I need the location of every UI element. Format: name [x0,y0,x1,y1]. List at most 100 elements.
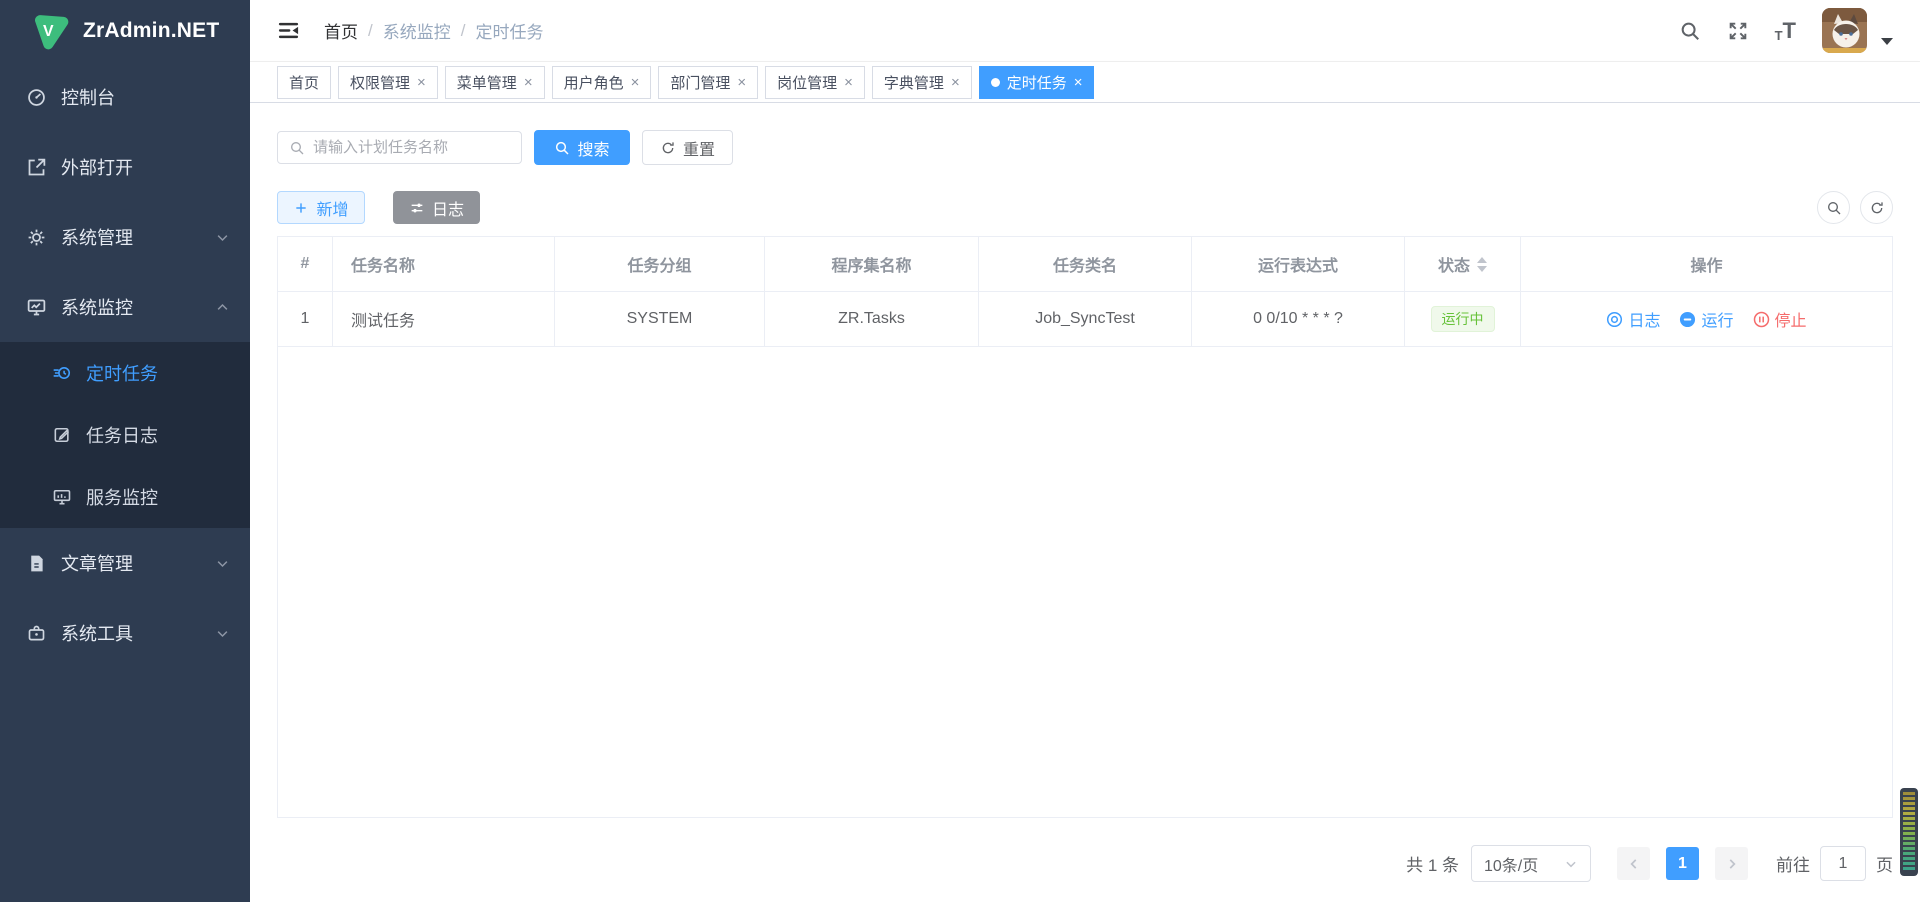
tab-user-role[interactable]: 用户角色× [552,66,652,99]
tab-permission-manage[interactable]: 权限管理 × [338,66,438,99]
tab-home[interactable]: 首页 [277,66,331,99]
row-action-log[interactable]: 日志 [1606,307,1660,331]
close-icon[interactable]: × [844,75,853,90]
search-form: 搜索 重置 [277,130,733,165]
sidebar-item-dashboard[interactable]: 控制台 [0,62,250,132]
refresh-icon [1869,200,1885,216]
search-icon [1826,200,1842,216]
next-page-button[interactable] [1715,847,1748,880]
topbar: 首页 / 系统监控 / 定时任务 TT [250,0,1920,62]
page-size-value: 10条/页 [1484,852,1538,876]
log-button[interactable]: 日志 [393,191,480,224]
sidebar-item-article-manage[interactable]: 文章管理 [0,528,250,598]
cell-cron: 0 0/10 * * * ? [1192,292,1405,346]
sort-carets[interactable] [1477,257,1487,272]
sidebar-item-system-manage[interactable]: 系统管理 [0,202,250,272]
table-tools [1817,191,1893,224]
row-action-stop[interactable]: 停止 [1753,307,1807,331]
close-icon[interactable]: × [1074,75,1083,90]
dashboard-icon [26,87,47,108]
show-search-button[interactable] [1817,191,1850,224]
pagination: 共 1 条 10条/页 1 前往 页 [1406,845,1893,882]
page-size-select[interactable]: 10条/页 [1471,845,1591,882]
plus-icon [293,200,309,216]
page-number-1[interactable]: 1 [1666,847,1699,880]
pager: 1 [1617,847,1748,880]
sidebar-item-label: 服务监控 [86,484,158,510]
reset-button[interactable]: 重置 [642,130,733,165]
sidebar-item-label: 文章管理 [61,550,215,576]
refresh-table-button[interactable] [1860,191,1893,224]
article-icon [26,553,47,574]
close-icon[interactable]: × [737,75,746,90]
run-icon [1679,311,1696,328]
font-size-icon[interactable]: TT [1775,20,1796,42]
column-header-status: 状态 [1405,237,1521,291]
cell-class-name: Job_SyncTest [979,292,1192,346]
sidebar-item-label: 外部打开 [61,154,230,180]
meter-bars [1903,792,1915,872]
breadcrumb-system-monitor: 系统监控 [383,18,451,43]
column-header-task-group: 任务分组 [555,237,765,291]
fullscreen-icon[interactable] [1727,20,1749,42]
sidebar-item-external[interactable]: 外部打开 [0,132,250,202]
tab-department-manage[interactable]: 部门管理× [658,66,758,99]
table-toolbar: 新增 日志 [277,191,1893,224]
cell-task-name: 测试任务 [333,292,555,346]
sidebar-menu: 控制台 外部打开 系统管理 系统监控 [0,62,250,668]
sidebar-item-service-monitor[interactable]: 服务监控 [0,466,250,528]
tags-view-bar: 首页 权限管理 × 菜单管理× 用户角色× 部门管理× 岗位管理× 字典管理× 定… [250,62,1920,103]
chevron-down-icon [1564,857,1578,871]
sidebar-submenu: 定时任务 任务日志 服务监控 [0,342,250,528]
avatar-caret-down-icon[interactable] [1881,38,1893,45]
tab-menu-manage[interactable]: 菜单管理× [445,66,545,99]
view-log-icon [1606,311,1623,328]
sidebar-item-scheduled-tasks[interactable]: 定时任务 [0,342,250,404]
sidebar-item-label: 任务日志 [86,422,158,448]
audio-meter-widget[interactable] [1900,788,1918,876]
tasks-table: # 任务名称 任务分组 程序集名称 任务类名 运行表达式 状态 操作 1 测试任… [277,236,1893,818]
row-action-run[interactable]: 运行 [1679,307,1733,331]
app-logo[interactable]: V ZrAdmin.NET [0,0,250,62]
add-button-label: 新增 [316,196,348,220]
close-icon[interactable]: × [417,75,426,90]
search-button[interactable]: 搜索 [534,130,630,165]
action-label: 运行 [1701,307,1733,331]
chevron-down-icon [215,626,230,641]
goto-page-input[interactable] [1820,846,1866,881]
search-icon [554,140,570,156]
sidebar-item-system-tools[interactable]: 系统工具 [0,598,250,668]
prev-page-button[interactable] [1617,847,1650,880]
task-name-field[interactable] [277,131,522,164]
close-icon[interactable]: × [524,75,533,90]
timer-icon [52,363,72,383]
breadcrumb: 首页 / 系统监控 / 定时任务 [324,18,543,43]
chevron-down-icon [215,230,230,245]
log-button-label: 日志 [432,196,464,220]
action-label: 停止 [1775,307,1807,331]
chevron-up-icon [215,300,230,315]
close-icon[interactable]: × [631,75,640,90]
tab-label: 首页 [289,72,319,93]
avatar[interactable] [1822,8,1867,53]
tab-scheduled-tasks[interactable]: 定时任务× [979,66,1095,99]
column-header-task-name: 任务名称 [333,237,555,291]
cell-task-group: SYSTEM [555,292,765,346]
search-icon[interactable] [1679,20,1701,42]
server-monitor-icon [52,487,72,507]
cell-status: 运行中 [1405,292,1521,346]
sidebar-item-task-log[interactable]: 任务日志 [0,404,250,466]
sidebar-item-system-monitor[interactable]: 系统监控 [0,272,250,342]
tab-label: 权限管理 [350,72,410,93]
task-name-input[interactable] [313,139,510,156]
tab-dict-manage[interactable]: 字典管理× [872,66,972,99]
tab-post-manage[interactable]: 岗位管理× [765,66,865,99]
search-button-label: 搜索 [577,136,609,160]
close-icon[interactable]: × [951,75,960,90]
sidebar-item-label: 系统工具 [61,620,215,646]
add-button[interactable]: 新增 [277,191,365,224]
table-header-row: # 任务名称 任务分组 程序集名称 任务类名 运行表达式 状态 操作 [278,237,1892,292]
column-header-cron: 运行表达式 [1192,237,1405,291]
collapse-sidebar-icon[interactable] [277,19,300,42]
breadcrumb-home[interactable]: 首页 [324,18,358,43]
